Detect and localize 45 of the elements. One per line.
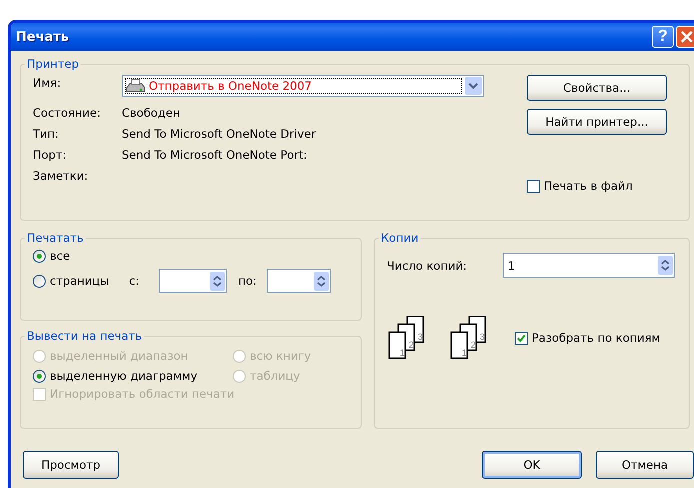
radio-button[interactable]: [33, 274, 46, 288]
preview-button[interactable]: Просмотр: [23, 451, 119, 479]
spinner-arrows-icon[interactable]: [210, 272, 226, 290]
printer-name: Отправить в OneNote 2007: [149, 78, 312, 94]
group-title: Принтер: [26, 57, 80, 71]
printer-dropdown[interactable]: Отправить в OneNote 2007: [122, 75, 484, 97]
close-icon[interactable]: [676, 26, 694, 48]
info-label: Заметки:: [33, 168, 90, 185]
radio-button[interactable]: [33, 370, 46, 382]
from-page-field[interactable]: [159, 269, 228, 293]
radio-button[interactable]: [33, 250, 46, 262]
radio-label: все: [50, 249, 70, 263]
checkbox-label: Разобрать по копиям: [532, 331, 660, 345]
window-title: Печать: [16, 30, 70, 44]
properties-button[interactable]: Свойства...: [527, 75, 667, 101]
find-printer-button[interactable]: Найти принтер...: [527, 109, 667, 135]
radio-label: таблицу: [250, 369, 300, 383]
info-label: Тип:: [33, 126, 60, 143]
spinner-arrows-icon[interactable]: [314, 272, 329, 290]
field-label: с:: [129, 274, 140, 288]
checkbox-label: Игнорировать области печати: [50, 387, 235, 401]
field-label: Число копий:: [387, 258, 468, 272]
copies-field[interactable]: 1: [503, 253, 675, 278]
field-label: Имя:: [33, 75, 62, 92]
radio-label: выделенный диапазон: [50, 349, 188, 363]
field-label: по:: [238, 274, 257, 288]
info-label: Состояние:: [33, 105, 102, 122]
radio-label: всю книгу: [250, 349, 312, 363]
radio-label: страницы: [50, 274, 110, 288]
info-label: Порт:: [33, 147, 68, 164]
group-title: Печатать: [26, 231, 85, 245]
cancel-button[interactable]: Отмена: [596, 451, 694, 479]
group-title: Копии: [380, 231, 420, 245]
radio-label: выделенную диаграмму: [50, 369, 198, 383]
info-value: Send To Microsoft OneNote Driver: [122, 126, 318, 143]
to-page-field[interactable]: [266, 269, 331, 293]
info-value: Свободен: [122, 105, 182, 122]
checkbox[interactable]: [515, 332, 528, 344]
info-value: Send To Microsoft OneNote Port:: [122, 147, 308, 164]
ok-button[interactable]: OK: [482, 451, 582, 479]
checkbox-label: Печать в файл: [544, 179, 633, 193]
spinner-arrows-icon[interactable]: [658, 256, 673, 275]
group-title: Вывести на печать: [26, 329, 144, 343]
printer-icon: [126, 79, 146, 93]
checkbox[interactable]: [527, 180, 540, 192]
